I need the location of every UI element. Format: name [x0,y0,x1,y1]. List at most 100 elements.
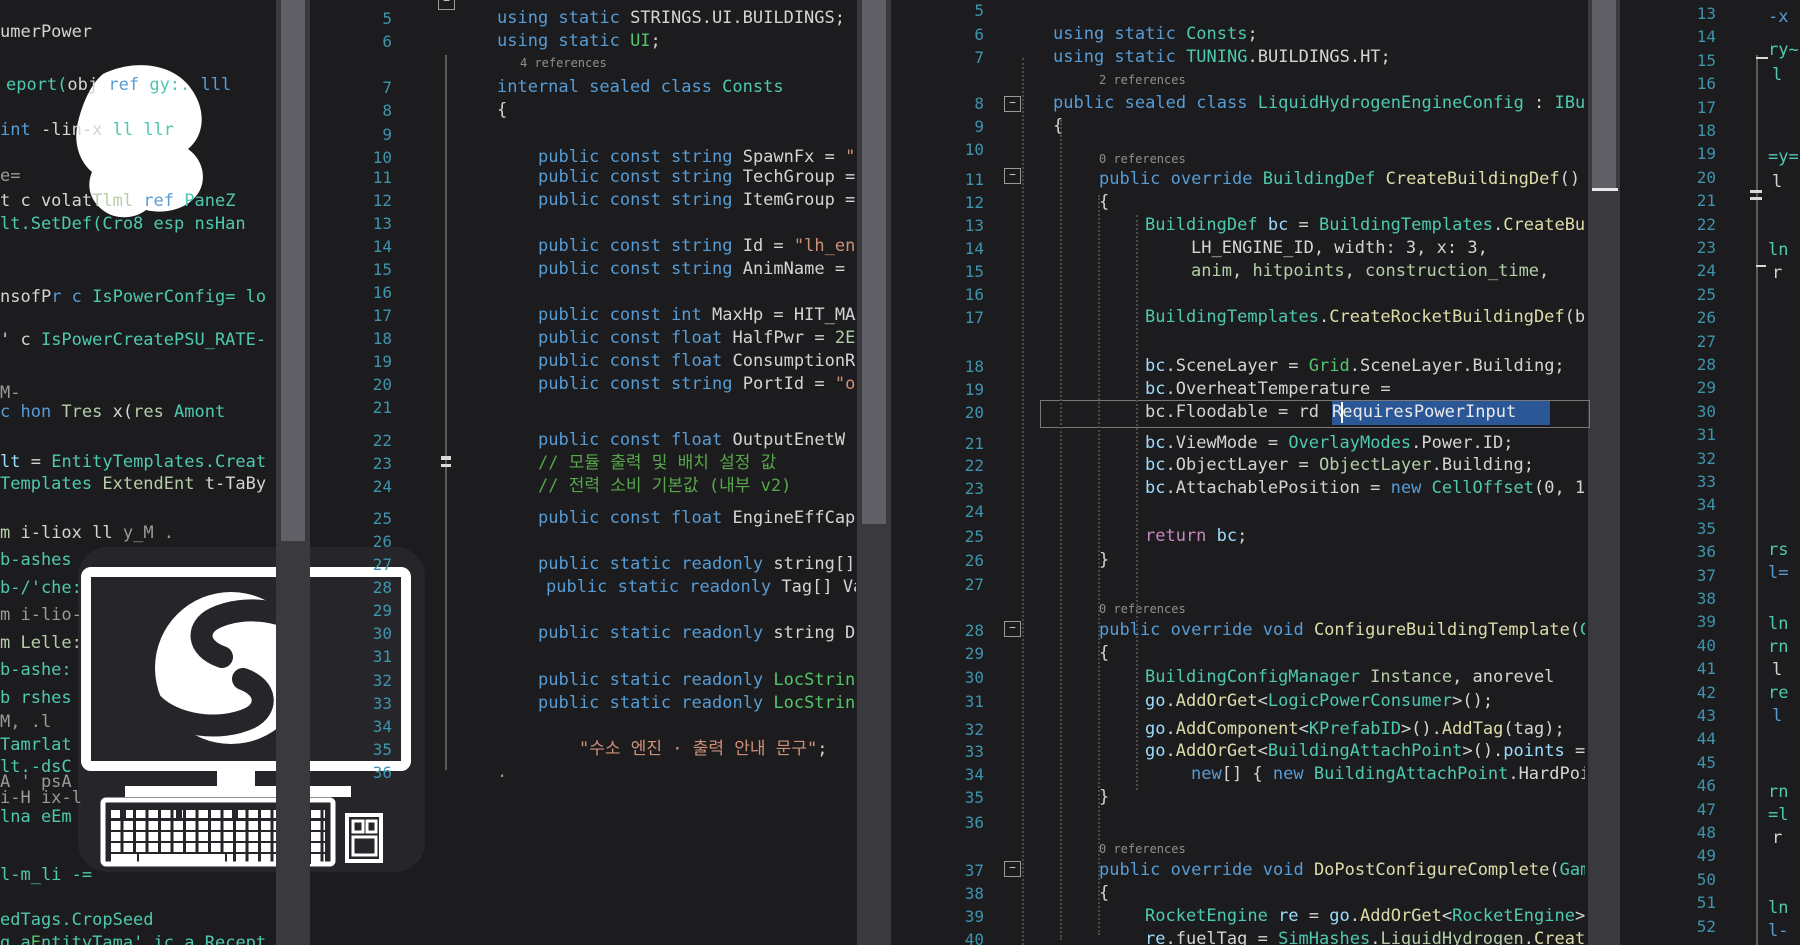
code-line[interactable]: public static readonly LocString Name = [538,670,856,692]
code-line[interactable]: public static readonly string[] Sets = [538,554,856,576]
code-line[interactable]: nsofPr c IsPowerConfig= lo [0,287,266,309]
selected-text[interactable]: RequiresPowerInput [1332,401,1550,425]
code-line[interactable]: int -lin-x ll llr [0,120,174,142]
code-line[interactable]: // 전력 소비 기본값 (내부 v2) [538,476,791,498]
codelens-references[interactable]: 0 references [1099,602,1186,616]
code-line[interactable]: lt = EntityTemplates.Creat [0,452,266,474]
code-line[interactable]: public override void ConfigureBuildingTe… [1099,620,1585,642]
code-line[interactable]: b-ashes [0,550,72,572]
code-line[interactable]: rs [1768,540,1788,562]
code-line[interactable]: . [497,762,507,784]
code-line[interactable]: t c volatTlml ref PaneZ [0,191,235,213]
code-line[interactable]: public const float OutputEnetW = [538,430,856,452]
code-line[interactable]: using static TUNING.BUILDINGS.HT; [1053,47,1391,69]
code-line[interactable]: { [1099,643,1109,665]
codelens-references[interactable]: 2 references [1099,73,1186,87]
code-line[interactable]: b rshes [0,688,72,710]
code-line[interactable]: rn [1768,637,1788,659]
code-line[interactable]: l [1772,65,1782,87]
code-line[interactable]: public static readonly string Df = [538,623,856,645]
code-line[interactable]: { [1099,883,1109,905]
code-line[interactable]: public static readonly LocString Desc = [538,693,856,715]
code-line[interactable]: Tamrlat [0,735,72,757]
code-line[interactable]: e= [0,166,20,188]
code-line[interactable]: rn [1768,782,1788,804]
code-line[interactable]: g aEntityTama' ic a Recept [0,933,266,945]
code-line[interactable]: m i-lio- [0,605,82,627]
code-line[interactable]: { [497,100,507,122]
code-line[interactable]: l- [1768,921,1788,943]
code-line[interactable]: Templates ExtendEnt t-TaBy [0,474,266,496]
code-line[interactable]: ln [1768,240,1788,262]
code-line[interactable]: -x [1768,7,1788,29]
code-line[interactable]: "수소 엔진 · 출력 안내 문구"; [579,739,828,761]
fold-collapse-icon[interactable]: − [1004,96,1021,112]
code-line[interactable]: c hon Tres x(res Amont [0,402,225,424]
code-line[interactable]: RocketEngine re = go.AddOrGet<RocketEngi… [1145,906,1585,928]
code-line[interactable]: public sealed class LiquidHydrogenEngine… [1053,93,1585,115]
code-line[interactable]: umerPower [0,22,92,44]
code-line[interactable]: } [1099,787,1109,809]
code-line[interactable]: public const string SpawnFx = "fx_dust" [538,147,856,169]
fold-collapse-icon[interactable]: − [1004,861,1021,877]
code-line[interactable]: go.AddOrGet<BuildingAttachPoint>().point… [1145,741,1585,763]
fold-collapse-icon[interactable]: − [1004,168,1021,184]
code-line[interactable]: M, .l [0,712,51,734]
code-line[interactable]: go.AddOrGet<LogicPowerConsumer>(); [1145,691,1493,713]
code-line[interactable]: ry~ [1768,40,1799,62]
scrollbar-thumb[interactable] [1592,0,1616,190]
code-line[interactable]: bc.ViewMode = OverlayModes.Power.ID; [1145,433,1514,455]
code-line[interactable]: bc.Floodable = rd [1145,402,1319,424]
code-line[interactable]: l [1772,706,1782,728]
code-line[interactable]: r [1772,828,1782,850]
code-line[interactable]: public static readonly Tag[] Vals = GetA… [546,577,856,599]
codelens-references[interactable]: 0 references [1099,842,1186,856]
code-line[interactable]: bc.AttachablePosition = new CellOffset(0… [1145,478,1585,500]
scrollbar-thumb[interactable] [281,0,305,541]
code-line[interactable]: go.AddComponent<KPrefabID>().AddTag(tag)… [1145,719,1565,741]
code-line[interactable]: l [1772,172,1782,194]
code-line[interactable]: new[] { new BuildingAttachPoint.HardPoin… [1191,764,1585,786]
code-line[interactable]: public const string AnimName = "kanim" [538,259,856,281]
code-line[interactable]: BuildingDef bc = BuildingTemplates.Creat… [1145,215,1585,237]
code-line[interactable]: =y= [1768,147,1799,169]
code-line[interactable]: lna eEm [0,807,72,829]
fold-collapse-icon[interactable]: − [438,0,455,10]
code-line[interactable]: ln [1768,614,1788,636]
code-line[interactable]: public const float EngineEffCap = [538,508,856,530]
code-line[interactable]: re [1768,683,1788,705]
code-line[interactable]: l [1772,660,1782,682]
code-line[interactable]: public const string TechGroup = [538,167,855,189]
code-line[interactable]: public const int MaxHp = HIT_MAX; [538,305,856,327]
code-line[interactable]: BuildingConfigManager Instance, anorevel [1145,667,1554,689]
code-line[interactable]: public override BuildingDef CreateBuildi… [1099,169,1580,191]
code-line[interactable]: BuildingTemplates.CreateRocketBuildingDe… [1145,307,1585,329]
scrollbar-thumb[interactable] [862,0,886,524]
code-line[interactable]: internal sealed class Consts [497,77,784,99]
code-line[interactable]: public const string ItemGroup = [538,190,855,212]
code-line[interactable]: bc.ObjectLayer = ObjectLayer.Building; [1145,455,1534,477]
code-line[interactable]: ' c IsPowerCreatePSU_RATE- [0,330,266,352]
code-line[interactable]: l-m_li -= [0,865,92,887]
code-line[interactable]: =l [1768,805,1788,827]
code-line[interactable]: public const float HalfPwr = 2E2f; [538,328,856,350]
code-line[interactable]: bc.OverheatTemperature = [1145,379,1391,401]
code-line[interactable]: b-ashe: [0,660,72,682]
code-line[interactable]: return bc; [1145,526,1247,548]
code-line[interactable]: using static UI; [497,31,661,53]
code-line[interactable]: re.fuelTag = SimHashes.LiquidHydrogen.Cr… [1145,929,1585,945]
codelens-references[interactable]: 0 references [1099,152,1186,166]
code-line[interactable]: public const string Id = "lh_eng" [538,236,856,258]
codelens-references[interactable]: 4 references [520,56,607,70]
code-line[interactable]: m i-liox ll y_M . [0,523,174,545]
code-line[interactable]: r [1772,263,1782,285]
fold-collapse-icon[interactable]: − [1004,621,1021,637]
code-line[interactable]: m Lelle: [0,633,82,655]
code-line[interactable]: bc.SceneLayer = Grid.SceneLayer.Building… [1145,356,1565,378]
code-line[interactable]: eport(obj ref gy:. lll [6,75,231,97]
code-line[interactable]: LH_ENGINE_ID, width: 3, x: 3, [1191,238,1488,260]
code-line[interactable]: edTags.CropSeed [0,910,154,932]
code-line[interactable]: using static Consts; [1053,24,1258,46]
code-line[interactable]: ln [1768,898,1788,920]
code-line[interactable]: using static STRINGS.UI.BUILDINGS; [497,8,845,30]
